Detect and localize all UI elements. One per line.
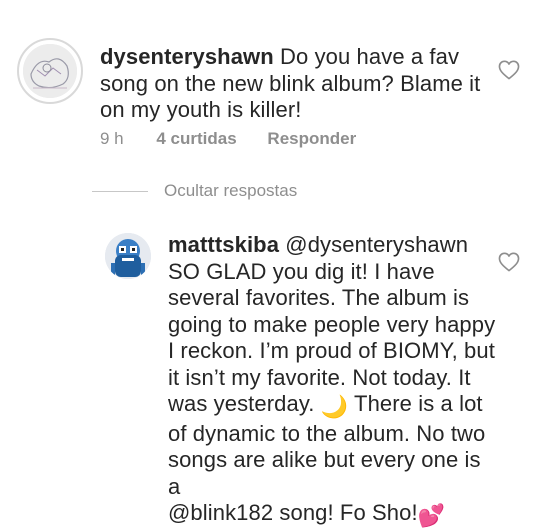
heart-outline-icon[interactable] xyxy=(498,60,520,80)
reply-line: I reckon. I’m proud of BIOMY, but xyxy=(168,338,495,363)
reply-line: @blink182 song! Fo Sho! xyxy=(168,500,418,525)
reply-line: several favorites. The album is xyxy=(168,285,470,310)
comment-meta: 9 h 4 curtidas Responder xyxy=(100,129,382,149)
hearts-emoji: 💕 xyxy=(417,503,446,528)
comment-time: 9 h xyxy=(100,129,124,148)
avatar[interactable] xyxy=(23,44,77,98)
likes-count-link[interactable]: 4 curtidas xyxy=(156,129,236,148)
hide-replies-label[interactable]: Ocultar respostas xyxy=(164,181,297,201)
sketch-avatar-image xyxy=(23,44,77,98)
reply-line: SO GLAD you dig it! I have xyxy=(168,258,435,284)
avatar-image xyxy=(105,233,151,279)
reply-username[interactable]: matttskiba xyxy=(168,232,279,257)
comment-line: Do you have a fav xyxy=(280,44,460,69)
comment-line: song on the new blink album? Blame it xyxy=(100,70,481,96)
hide-replies-toggle[interactable]: Ocultar respostas xyxy=(92,180,297,202)
heart-outline-icon[interactable] xyxy=(498,252,520,272)
comment-username[interactable]: dysenteryshawn xyxy=(100,44,274,69)
comment-text: dysenteryshawn Do you have a fav song on… xyxy=(100,44,500,124)
reply-line: of dynamic to the album. No two xyxy=(168,420,486,446)
divider-line xyxy=(92,190,148,192)
reply-line: There is a lot xyxy=(354,391,483,416)
moon-emoji: 🌙 xyxy=(320,394,349,419)
reply-line: going to make people very happy xyxy=(168,311,496,337)
reply-line: was yesterday. xyxy=(168,391,315,416)
reply-avatar[interactable] xyxy=(105,233,151,279)
reply-text: matttskiba @dysenteryshawn SO GLAD you d… xyxy=(168,232,498,530)
reply-mention[interactable]: @dysenteryshawn xyxy=(285,232,468,257)
reply-line: it isn’t my favorite. Not today. It xyxy=(168,364,471,390)
reply-button[interactable]: Responder xyxy=(267,129,356,148)
reply-line: songs are alike but every one is a xyxy=(168,447,481,499)
comment-line: on my youth is killer! xyxy=(100,97,302,122)
